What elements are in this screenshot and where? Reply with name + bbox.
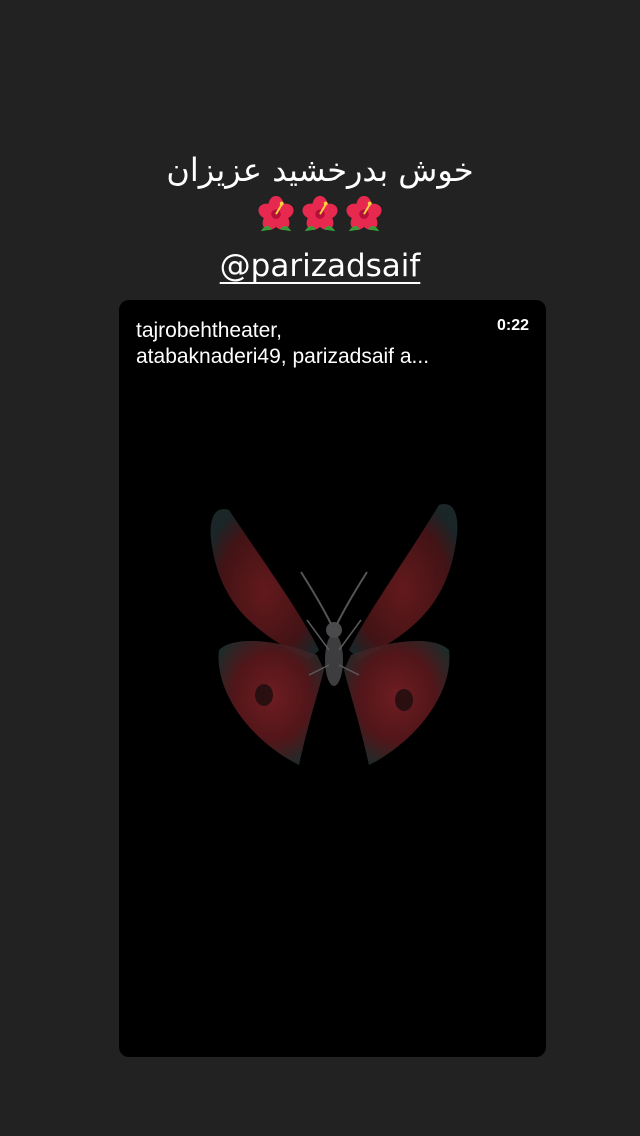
hibiscus-icon bbox=[346, 195, 382, 232]
mention-link[interactable]: @parizadsaif bbox=[0, 244, 640, 288]
left-lower-wing bbox=[218, 640, 324, 765]
flower-emoji-row bbox=[254, 194, 386, 242]
butterfly-image bbox=[210, 504, 458, 765]
reel-title: tajrobehtheater, atabaknaderi49, parizad… bbox=[136, 318, 486, 370]
reel-title-line-2: atabaknaderi49, parizadsaif a... bbox=[136, 345, 430, 368]
reel-duration: 0:22 bbox=[496, 317, 529, 334]
reel-title-line-1: tajrobehtheater, bbox=[136, 319, 282, 342]
butterfly-body bbox=[325, 634, 343, 686]
left-upper-wing bbox=[210, 509, 319, 660]
hibiscus-icon bbox=[302, 195, 338, 232]
caption-text: خوش بدرخشید عزیزان bbox=[166, 151, 474, 189]
shared-reel-card[interactable]: tajrobehtheater, atabaknaderi49, parizad… bbox=[119, 300, 546, 1057]
right-upper-wing bbox=[349, 504, 458, 660]
hibiscus-icon bbox=[258, 195, 294, 232]
